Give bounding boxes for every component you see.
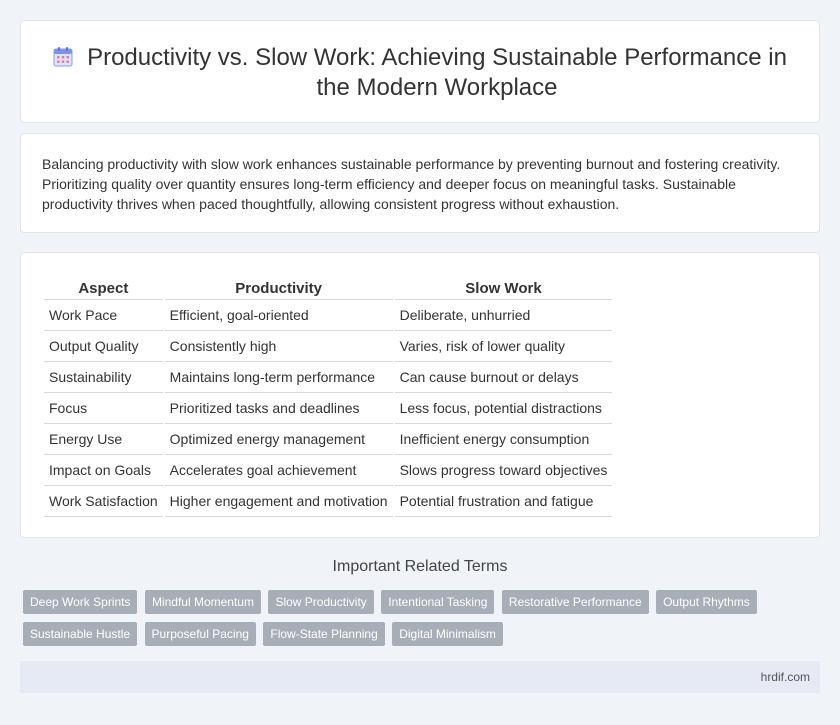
slow-work-cell: Deliberate, unhurried [394, 300, 613, 331]
table-row: Energy Use Optimized energy management I… [44, 424, 613, 455]
aspect-cell: Output Quality [44, 331, 163, 362]
slow-work-cell: Varies, risk of lower quality [394, 331, 613, 362]
summary-card: Balancing productivity with slow work en… [20, 133, 820, 233]
related-term-tag[interactable]: Sustainable Hustle [23, 622, 138, 646]
related-terms-heading: Important Related Terms [332, 558, 508, 575]
slow-work-cell: Potential frustration and fatigue [394, 486, 613, 517]
table-row: Work Pace Efficient, goal-oriented Delib… [44, 300, 613, 331]
related-term-tag[interactable]: Mindful Momentum [144, 590, 261, 614]
aspect-cell: Work Satisfaction [44, 486, 163, 517]
aspect-cell: Energy Use [44, 424, 163, 455]
comparison-table: Aspect Productivity Slow Work Work Pace … [42, 275, 614, 517]
header-slow-work: Slow Work [394, 275, 613, 300]
productivity-cell: Higher engagement and motivation [164, 486, 393, 517]
footer: hrdif.com [20, 661, 820, 693]
related-term-tag[interactable]: Flow-State Planning [263, 622, 385, 646]
footer-site-link[interactable]: hrdif.com [761, 670, 810, 684]
aspect-cell: Focus [44, 393, 163, 424]
table-row: Output Quality Consistently high Varies,… [44, 331, 613, 362]
productivity-cell: Optimized energy management [164, 424, 393, 455]
related-term-tag[interactable]: Restorative Performance [501, 590, 649, 614]
productivity-cell: Accelerates goal achievement [164, 455, 393, 486]
related-term-tag[interactable]: Slow Productivity [268, 590, 374, 614]
slow-work-cell: Inefficient energy consumption [394, 424, 613, 455]
related-term-tag[interactable]: Output Rhythms [656, 590, 757, 614]
aspect-cell: Work Pace [44, 300, 163, 331]
productivity-cell: Prioritized tasks and deadlines [164, 393, 393, 424]
aspect-cell: Impact on Goals [44, 455, 163, 486]
header-productivity: Productivity [164, 275, 393, 300]
table-row: Impact on Goals Accelerates goal achieve… [44, 455, 613, 486]
slow-work-cell: Can cause burnout or delays [394, 362, 613, 393]
related-term-tag[interactable]: Purposeful Pacing [144, 622, 256, 646]
page-title: Productivity vs. Slow Work: Achieving Su… [87, 44, 787, 101]
header-aspect: Aspect [44, 275, 163, 300]
table-row: Focus Prioritized tasks and deadlines Le… [44, 393, 613, 424]
related-term-tag[interactable]: Digital Minimalism [392, 622, 503, 646]
table-header-row: Aspect Productivity Slow Work [44, 275, 613, 300]
related-terms-list: Deep Work Sprints Mindful Momentum Slow … [23, 590, 813, 654]
table-row: Sustainability Maintains long-term perfo… [44, 362, 613, 393]
comparison-card: Aspect Productivity Slow Work Work Pace … [20, 252, 820, 538]
title-card: Productivity vs. Slow Work: Achieving Su… [20, 20, 820, 123]
table-row: Work Satisfaction Higher engagement and … [44, 486, 613, 517]
summary-text: Balancing productivity with slow work en… [42, 156, 781, 212]
productivity-cell: Consistently high [164, 331, 393, 362]
productivity-cell: Maintains long-term performance [164, 362, 393, 393]
slow-work-cell: Less focus, potential distractions [394, 393, 613, 424]
aspect-cell: Sustainability [44, 362, 163, 393]
related-term-tag[interactable]: Intentional Tasking [381, 590, 495, 614]
related-term-tag[interactable]: Deep Work Sprints [23, 590, 138, 614]
slow-work-cell: Slows progress toward objectives [394, 455, 613, 486]
productivity-cell: Efficient, goal-oriented [164, 300, 393, 331]
